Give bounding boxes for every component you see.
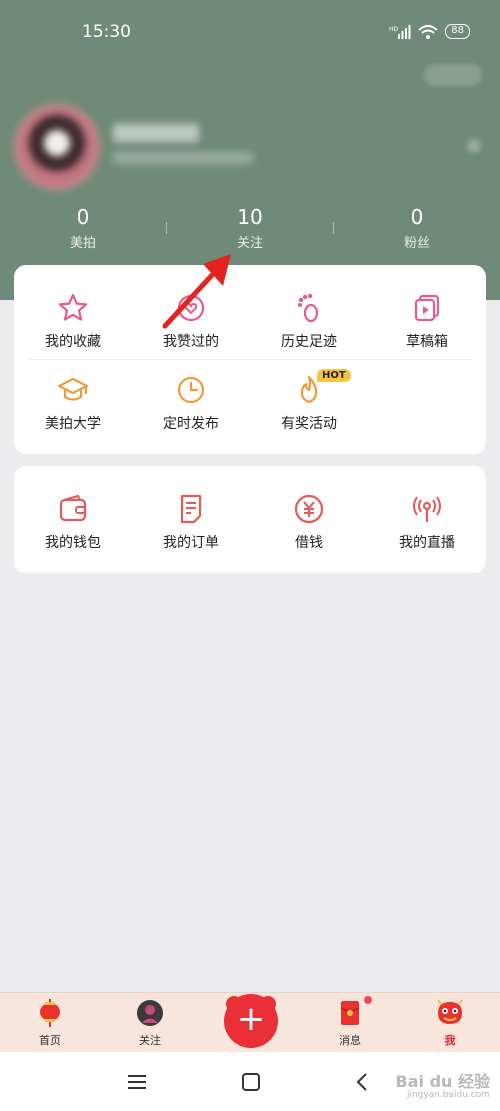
back-icon[interactable]	[348, 1070, 378, 1094]
stat-fans[interactable]: 0 粉丝	[357, 204, 477, 251]
status-time: 15:30	[82, 22, 131, 42]
menu-label: 历史足迹	[281, 334, 337, 350]
menu-label: 有奖活动	[281, 416, 337, 432]
stat-divider	[333, 222, 334, 234]
wifi-icon	[418, 24, 438, 39]
clock-icon	[174, 373, 208, 407]
menu-icon[interactable]	[122, 1070, 152, 1094]
menu-university[interactable]: 美拍大学	[14, 373, 132, 433]
signal-icon: HD	[389, 24, 411, 39]
stat-label: 粉丝	[403, 236, 430, 251]
battery-indicator: 88	[445, 24, 470, 39]
notification-dot	[364, 996, 372, 1004]
tab-label: 首页	[39, 1034, 61, 1047]
service-label: 我的订单	[163, 535, 219, 551]
tab-following[interactable]: 关注	[115, 998, 185, 1048]
footprint-icon	[292, 291, 326, 325]
tab-home[interactable]: 首页	[15, 998, 85, 1048]
status-bar: 15:30 HD 88	[0, 0, 500, 66]
create-post-button[interactable]: +	[224, 994, 278, 1048]
stat-label: 美拍	[69, 236, 96, 251]
menu-favorites[interactable]: 我的收藏	[14, 291, 132, 351]
service-live[interactable]: 我的直播	[368, 492, 486, 552]
red-envelope-icon	[335, 998, 365, 1028]
tab-label: 消息	[339, 1034, 361, 1047]
order-icon	[174, 492, 208, 526]
header-action-button[interactable]	[424, 64, 482, 86]
stat-posts[interactable]: 0 美拍	[23, 204, 143, 251]
menu-scheduled[interactable]: 定时发布	[132, 373, 250, 433]
feature-card: 我的收藏 我赞过的 历史足迹 草稿箱 美拍大学 定时发布 HOT 有奖活动	[14, 265, 486, 454]
broadcast-icon	[410, 492, 444, 526]
menu-label: 美拍大学	[45, 416, 101, 432]
profile-chevron-icon[interactable]	[468, 140, 480, 152]
plus-icon: +	[236, 999, 266, 1039]
card-divider	[28, 359, 472, 360]
service-label: 我的钱包	[45, 535, 101, 551]
menu-label: 草稿箱	[406, 334, 448, 350]
graduation-cap-icon	[56, 373, 90, 407]
profile-avatar[interactable]	[14, 104, 100, 190]
avatar-icon	[135, 998, 165, 1028]
drafts-icon	[410, 291, 444, 325]
service-wallet[interactable]: 我的钱包	[14, 492, 132, 552]
menu-label: 定时发布	[163, 416, 219, 432]
menu-drafts[interactable]: 草稿箱	[368, 291, 486, 351]
home-icon[interactable]	[236, 1070, 266, 1094]
watermark-url: jingyan.baidu.com	[406, 1090, 490, 1100]
tab-messages[interactable]: 消息	[315, 998, 385, 1048]
annotation-arrow	[162, 254, 231, 329]
status-icons: HD 88	[389, 24, 470, 39]
profile-subtitle	[113, 152, 253, 164]
service-label: 借钱	[295, 535, 323, 551]
stat-value: 10	[237, 205, 263, 229]
menu-label: 我的收藏	[45, 334, 101, 350]
service-loan[interactable]: 借钱	[250, 492, 368, 552]
star-icon	[56, 291, 90, 325]
lantern-icon	[35, 998, 65, 1028]
service-orders[interactable]: 我的订单	[132, 492, 250, 552]
svg-text:HD: HD	[389, 26, 399, 33]
watermark: Bai du 经验	[395, 1072, 490, 1091]
service-label: 我的直播	[399, 535, 455, 551]
profile-name	[113, 124, 199, 142]
tab-label: 关注	[139, 1034, 161, 1047]
tab-label: 我	[444, 1034, 456, 1047]
stat-value: 0	[410, 205, 424, 229]
wallet-icon	[56, 492, 90, 526]
services-card: 我的钱包 我的订单 借钱 我的直播	[14, 466, 486, 573]
stat-divider	[166, 222, 167, 234]
tab-me[interactable]: 我	[415, 998, 485, 1048]
lion-dance-icon	[435, 998, 465, 1028]
hot-badge: HOT	[317, 369, 351, 382]
stat-value: 0	[76, 205, 90, 229]
stat-following[interactable]: 10 关注	[190, 204, 310, 251]
yuan-icon	[292, 492, 326, 526]
menu-rewards[interactable]: HOT 有奖活动	[250, 369, 368, 433]
menu-history[interactable]: 历史足迹	[250, 291, 368, 351]
